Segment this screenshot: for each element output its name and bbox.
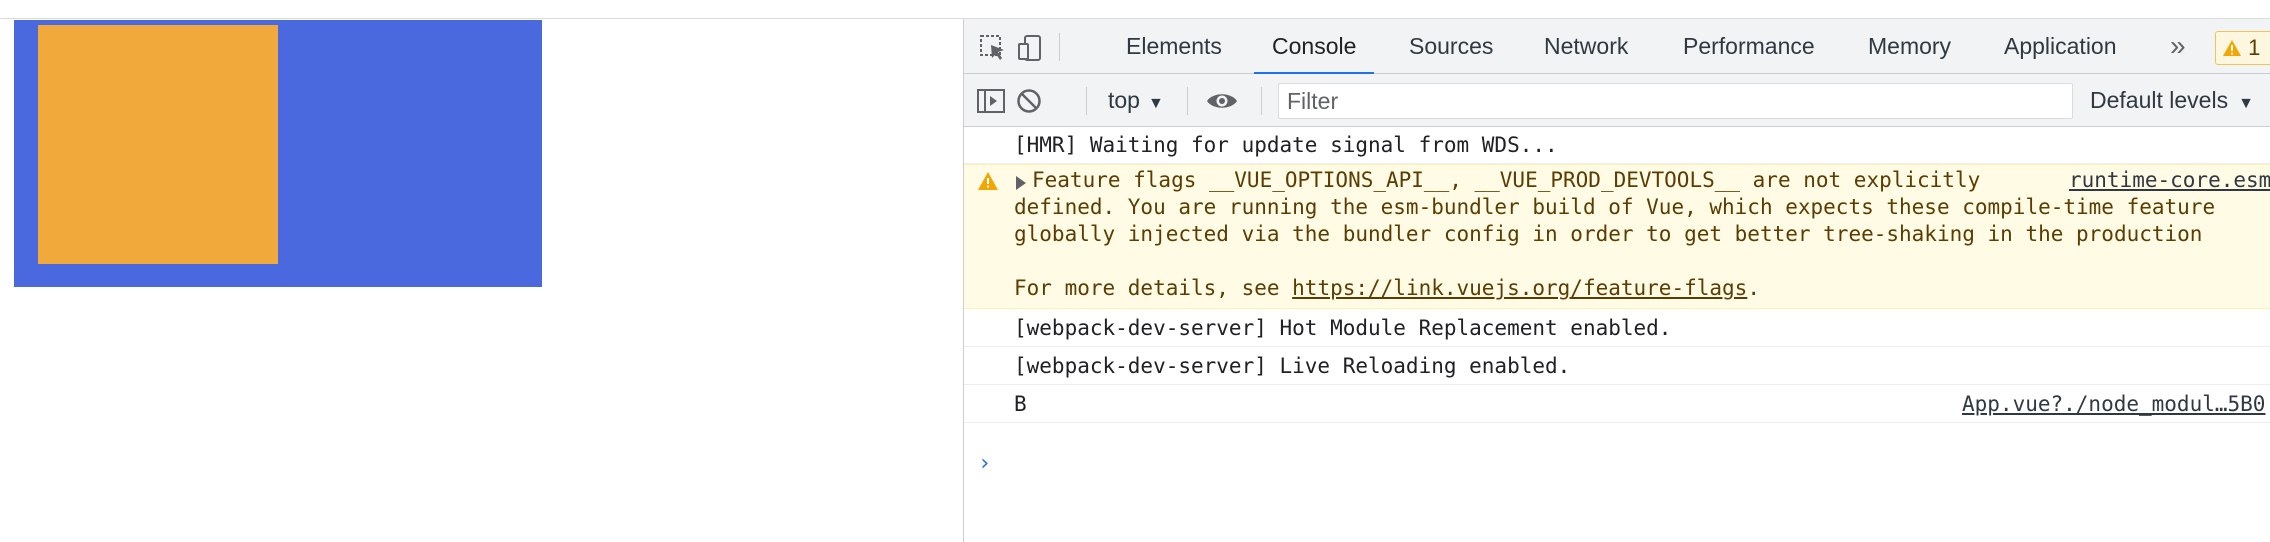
message-text: [HMR] Waiting for update signal from WDS… (1014, 133, 1558, 157)
warning-line-2: defined. You are running the esm-bundler… (1014, 195, 2216, 219)
warning-line-4: For more details, see https://link.vuejs… (1014, 276, 1760, 300)
tab-sources[interactable]: Sources (1407, 19, 1495, 74)
tab-performance[interactable]: Performance (1681, 19, 1817, 74)
toolbar-separator (1261, 87, 1262, 115)
expand-triangle-icon[interactable] (1016, 176, 1026, 190)
message-text: [webpack-dev-server] Live Reloading enab… (1014, 354, 1571, 378)
warning-count-badge[interactable]: 1 (2215, 31, 2270, 65)
more-tabs-button[interactable]: » (2170, 19, 2186, 74)
context-value: top (1108, 87, 1140, 113)
log-levels-label: Default levels (2090, 87, 2229, 113)
warning-line-1: Feature flags __VUE_OPTIONS_API__, __VUE… (1032, 168, 1981, 192)
console-toolbar: top ▼ Default levels ▼ (964, 74, 2270, 127)
console-message: [webpack-dev-server] Live Reloading enab… (964, 347, 2270, 385)
warning-icon (978, 172, 998, 190)
message-source-link[interactable]: App.vue?./node_modul…5B0 (1962, 392, 2265, 416)
inner-orange-box (38, 25, 278, 264)
warning-source-link[interactable]: runtime-core.esm (2069, 168, 2270, 192)
log-levels-dropdown[interactable]: Default levels ▼ (2090, 74, 2254, 127)
clear-console-icon[interactable] (1012, 84, 1046, 118)
page-viewport (0, 19, 963, 542)
toolbar-separator (1187, 87, 1188, 115)
live-expression-eye-icon[interactable] (1205, 84, 1239, 118)
console-message: [webpack-dev-server] Hot Module Replacem… (964, 309, 2270, 347)
toolbar-separator (1086, 87, 1087, 115)
browser-top-edge (0, 0, 2270, 19)
outer-blue-box (14, 20, 542, 287)
tab-network[interactable]: Network (1542, 19, 1630, 74)
tab-application[interactable]: Application (2002, 19, 2119, 74)
dropdown-caret-icon: ▼ (1147, 95, 1164, 112)
feature-flags-link[interactable]: https://link.vuejs.org/feature-flags (1292, 276, 1747, 300)
devtools-tabbar: Elements Console Sources Network Perform… (964, 19, 2270, 75)
warning-count: 1 (2248, 35, 2261, 60)
tab-memory[interactable]: Memory (1866, 19, 1953, 74)
warning-icon (2223, 40, 2241, 56)
console-warning-message: Feature flags __VUE_OPTIONS_API__, __VUE… (964, 164, 2270, 309)
inspect-element-icon[interactable] (976, 31, 1010, 65)
console-filter-input[interactable] (1278, 83, 2073, 119)
warning-line-3: globally injected via the bundler config… (1014, 222, 2203, 246)
tab-console[interactable]: Console (1253, 19, 1375, 75)
device-toolbar-icon[interactable] (1014, 31, 1048, 65)
tabbar-separator (1059, 33, 1060, 61)
devtools-panel: Elements Console Sources Network Perform… (963, 19, 2270, 542)
context-selector[interactable]: top ▼ (1108, 74, 1164, 127)
message-text: [webpack-dev-server] Hot Module Replacem… (1014, 316, 1672, 340)
message-text: B (1014, 392, 1027, 416)
console-messages: [HMR] Waiting for update signal from WDS… (964, 127, 2270, 542)
warning-details-suffix: . (1747, 276, 1760, 300)
console-prompt-icon[interactable]: › (978, 451, 991, 476)
console-message: [HMR] Waiting for update signal from WDS… (964, 127, 2270, 164)
warning-details-prefix: For more details, see (1014, 276, 1293, 300)
show-sidebar-icon[interactable] (974, 84, 1008, 118)
console-message: B App.vue?./node_modul…5B0 (964, 385, 2270, 423)
tab-elements[interactable]: Elements (1124, 19, 1224, 74)
dropdown-caret-icon: ▼ (2238, 95, 2254, 112)
